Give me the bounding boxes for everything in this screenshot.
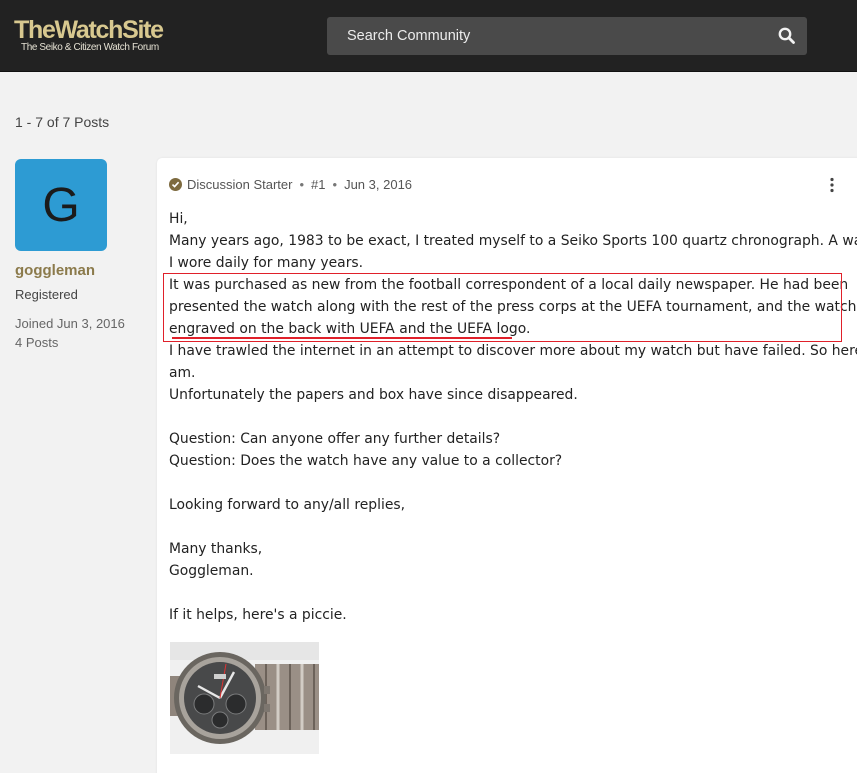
site-logo[interactable]: TheWatchSite The Seiko & Citizen Watch F…: [14, 16, 164, 53]
post-line: Question: Does the watch have any value …: [169, 453, 563, 469]
post-line: Unfortunately the papers and box have si…: [169, 387, 578, 403]
post-line: Question: Can anyone offer any further d…: [169, 431, 501, 447]
red-underline: [172, 337, 512, 339]
post-line: am.: [169, 365, 196, 381]
post-body: Hi, Many years ago, 1983 to be exact, I …: [169, 208, 857, 626]
avatar-letter: G: [42, 179, 80, 232]
join-date: Joined Jun 3, 2016: [15, 316, 125, 331]
avatar[interactable]: G: [15, 159, 107, 251]
logo-subtitle: The Seiko & Citizen Watch Forum: [21, 42, 159, 53]
watch-photo-attachment[interactable]: [170, 642, 319, 754]
search-icon[interactable]: [777, 26, 797, 46]
watch-photo-icon: [170, 642, 319, 754]
top-navigation-bar: TheWatchSite The Seiko & Citizen Watch F…: [0, 0, 857, 72]
check-badge-icon: [169, 178, 182, 191]
post-line: Hi,: [169, 211, 188, 227]
post-line: I wore daily for many years.: [169, 255, 364, 271]
post-line: I have trawled the internet in an attemp…: [169, 343, 857, 359]
discussion-starter-badge: Discussion Starter: [187, 177, 293, 192]
logo-title: TheWatchSite: [14, 16, 164, 44]
user-post-count: 4 Posts: [15, 335, 59, 350]
post-line: Many years ago, 1983 to be exact, I trea…: [169, 233, 857, 249]
post-line: Many thanks,: [169, 541, 263, 557]
meta-separator: •: [332, 177, 338, 192]
post-number-link[interactable]: #1: [311, 177, 325, 192]
post-line: If it helps, here's a piccie.: [169, 607, 347, 623]
post-count-label: 1 - 7 of 7 Posts: [15, 114, 110, 130]
more-options-icon[interactable]: [829, 177, 835, 193]
search-placeholder: Search Community: [347, 28, 471, 44]
post-meta: Discussion Starter • #1 • Jun 3, 2016: [169, 177, 412, 192]
post-line: Looking forward to any/all replies,: [169, 497, 406, 513]
post-line: Goggleman.: [169, 563, 254, 579]
meta-separator: •: [299, 177, 305, 192]
user-role: Registered: [15, 287, 78, 302]
post-date: Jun 3, 2016: [344, 177, 413, 192]
username-link[interactable]: goggleman: [15, 262, 95, 279]
red-highlight-box: [163, 273, 842, 342]
search-community-input[interactable]: Search Community: [327, 17, 807, 55]
